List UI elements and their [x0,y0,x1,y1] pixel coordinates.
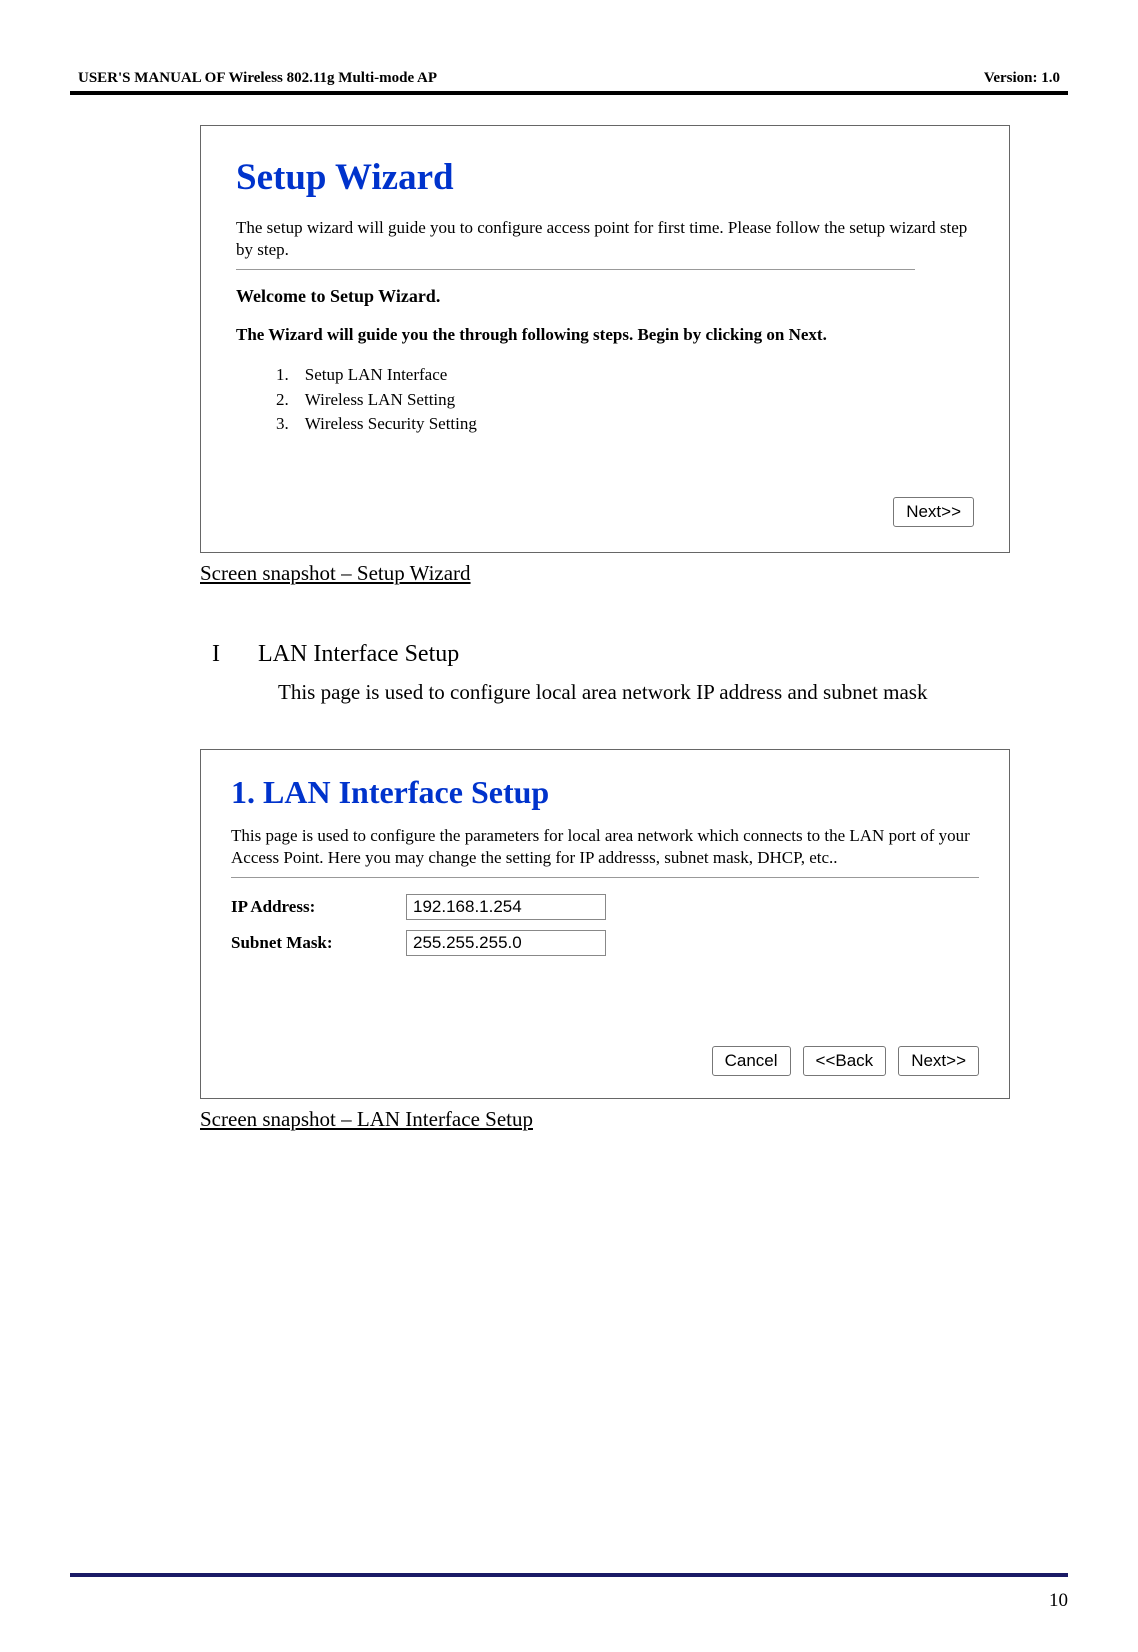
ip-address-label: IP Address: [231,897,406,917]
list-item: 3. Wireless Security Setting [276,412,974,437]
section-body: This page is used to configure local are… [278,676,1010,709]
step-num: 2. [276,388,289,413]
list-item: 2. Wireless LAN Setting [276,388,974,413]
caption-lan-interface: Screen snapshot – LAN Interface Setup [200,1107,1010,1132]
header-left: USER'S MANUAL OF Wireless 802.11g Multi-… [78,70,437,87]
step-label: Wireless LAN Setting [305,388,455,413]
wizard-steps-list: 1. Setup LAN Interface 2. Wireless LAN Set… [276,363,974,437]
next-button[interactable]: Next>> [893,497,974,527]
lan-description: This page is used to configure the param… [231,825,979,869]
page-number: 10 [1049,1590,1068,1612]
divider [231,877,979,878]
lan-interface-screenshot: 1. LAN Interface Setup This page is used… [200,749,1010,1099]
step-label: Setup LAN Interface [305,363,448,388]
divider [236,269,915,270]
step-num: 3. [276,412,289,437]
header-rule [70,91,1068,95]
step-label: Wireless Security Setting [305,412,477,437]
section-number: I [212,641,220,668]
caption-setup-wizard: Screen snapshot – Setup Wizard [200,561,1010,586]
list-item: 1. Setup LAN Interface [276,363,974,388]
subnet-mask-input[interactable] [406,930,606,956]
cancel-button[interactable]: Cancel [712,1046,791,1076]
wizard-welcome: Welcome to Setup Wizard. [236,286,974,307]
subnet-mask-label: Subnet Mask: [231,933,406,953]
back-button[interactable]: <<Back [803,1046,887,1076]
next-button[interactable]: Next>> [898,1046,979,1076]
ip-address-input[interactable] [406,894,606,920]
wizard-description: The setup wizard will guide you to confi… [236,217,974,261]
step-num: 1. [276,363,289,388]
footer-rule [70,1573,1068,1577]
section-title: LAN Interface Setup [258,641,459,668]
setup-wizard-screenshot: Setup Wizard The setup wizard will guide… [200,125,1010,553]
lan-title: 1. LAN Interface Setup [231,774,979,811]
header-right: Version: 1.0 [984,70,1060,87]
wizard-title: Setup Wizard [236,156,974,199]
wizard-guide: The Wizard will guide you the through fo… [236,325,974,345]
